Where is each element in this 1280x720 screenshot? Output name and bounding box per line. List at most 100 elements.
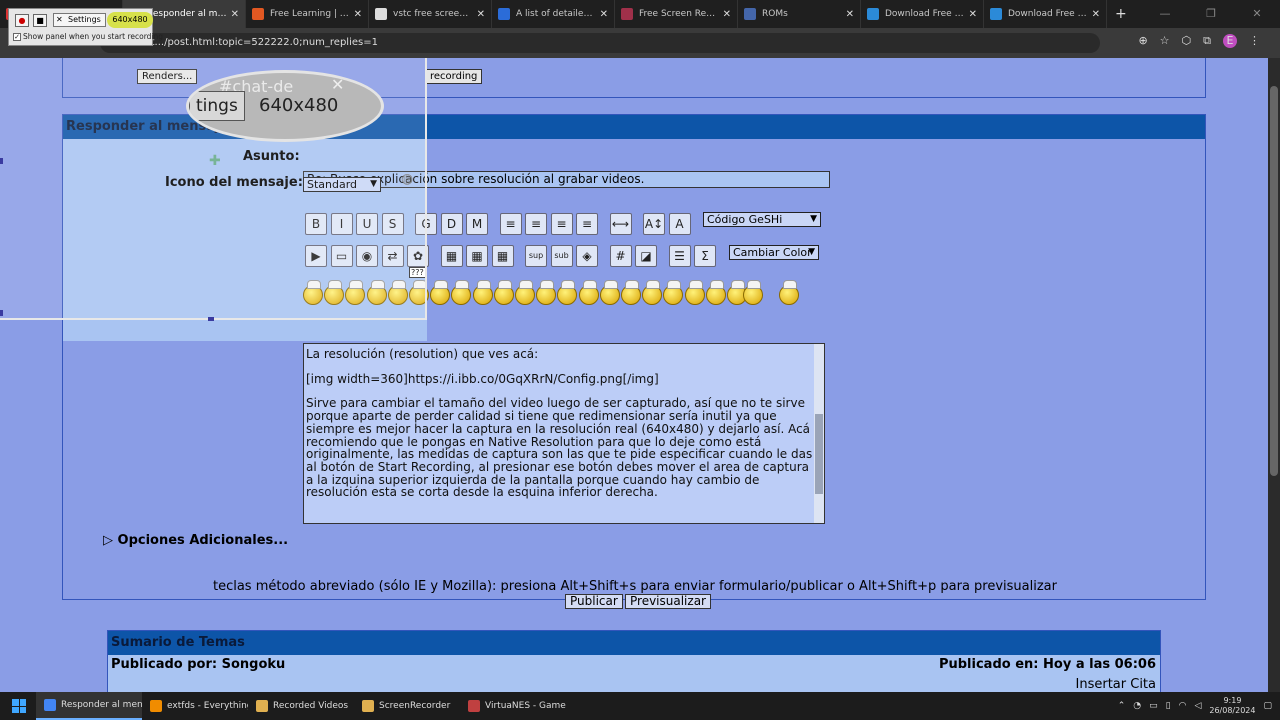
menu-dots-icon[interactable]: ⋮	[1249, 34, 1260, 48]
chevron-up-icon[interactable]: ⌃	[1118, 701, 1126, 711]
minimize-icon[interactable]: —	[1142, 0, 1188, 28]
smiley-icon[interactable]	[599, 280, 620, 305]
zoom-icon[interactable]: ⊕	[1138, 34, 1147, 48]
smiley-icon[interactable]	[684, 280, 705, 305]
smiley-icon[interactable]	[536, 280, 557, 305]
tab-close-icon[interactable]: ✕	[600, 9, 608, 20]
tab-close-icon[interactable]: ✕	[354, 9, 362, 20]
close-window-icon[interactable]: ✕	[1234, 0, 1280, 28]
taskbar-item[interactable]: ScreenRecorder	[354, 692, 460, 720]
format-button[interactable]: D	[440, 213, 463, 235]
settings-button[interactable]: ✕ Settings	[53, 13, 106, 27]
record-icon[interactable]: ●	[15, 14, 29, 27]
tab-close-icon[interactable]: ✕	[1092, 9, 1100, 20]
smiley-icon[interactable]	[451, 280, 472, 305]
preview-button[interactable]: Previsualizar	[625, 594, 711, 609]
browser-tab[interactable]: ROMs ✕	[738, 0, 861, 28]
smiley-icon[interactable]	[743, 280, 763, 305]
textarea-scroll-thumb[interactable]	[815, 414, 823, 494]
smiley-icon[interactable]	[430, 280, 451, 305]
smiley-icon[interactable]	[493, 280, 514, 305]
battery-icon[interactable]: ▯	[1166, 701, 1171, 711]
message-textarea[interactable]: La resolución (resolution) que ves acá: …	[303, 343, 825, 524]
tab-title: Download Free Scree	[1008, 9, 1088, 19]
bookmark-star-icon[interactable]: ☆	[1160, 34, 1170, 48]
format-button[interactable]: ▦	[491, 245, 514, 267]
format-button[interactable]: ◪	[635, 245, 657, 267]
frame-resize-handle[interactable]	[0, 310, 3, 316]
format-button[interactable]: ⟷	[609, 213, 632, 235]
system-tray: ⌃ ◔ ▭ ▯ ◠ ◁ 9:19 26/08/2024 ▢	[1118, 692, 1272, 720]
notification-icon[interactable]: ▢	[1263, 701, 1272, 711]
format-button[interactable]: ◈	[576, 245, 598, 267]
tab-close-icon[interactable]: ✕	[723, 9, 731, 20]
format-button[interactable]: ≡	[525, 213, 547, 235]
volume-icon[interactable]: ◁	[1194, 701, 1201, 711]
tab-close-icon[interactable]: ✕	[969, 9, 977, 20]
restore-icon[interactable]: ❐	[1188, 0, 1234, 28]
color-select[interactable]: Cambiar Color ▼	[729, 245, 819, 260]
browser-tab[interactable]: Free Screen Recorder ✕	[615, 0, 738, 28]
tab-close-icon[interactable]: ✕	[231, 9, 239, 20]
extensions-puzzle-icon[interactable]: ⧉	[1203, 34, 1211, 48]
folder-icon[interactable]: ▭	[1149, 701, 1158, 711]
app-icon	[362, 700, 374, 712]
smiley-icon[interactable]	[705, 280, 726, 305]
format-button[interactable]: A↕	[643, 213, 665, 235]
geshi-select[interactable]: Código GeSHi ▼	[703, 212, 821, 227]
tab-close-icon[interactable]: ✕	[477, 9, 485, 20]
format-button[interactable]: M	[466, 213, 488, 235]
smiley-icon[interactable]	[779, 280, 799, 305]
close-icon: ✕	[331, 75, 345, 94]
windows-start-icon[interactable]	[12, 699, 26, 713]
smiley-icon[interactable]	[557, 280, 578, 305]
browser-tab[interactable]: Free Learning | Daily ✕	[246, 0, 369, 28]
page-scroll-thumb[interactable]	[1270, 86, 1278, 476]
taskbar-item[interactable]: VirtuaNES - Game Il...	[460, 692, 566, 720]
format-button[interactable]: ▦	[440, 245, 463, 267]
format-button[interactable]: ☰	[668, 245, 691, 267]
insert-quote-link[interactable]: Insertar Cita	[1076, 677, 1156, 692]
format-button[interactable]: ≡	[576, 213, 598, 235]
smiley-icon[interactable]	[621, 280, 641, 305]
recording-button[interactable]: recording	[425, 69, 483, 84]
frame-resize-handle[interactable]	[208, 317, 214, 321]
new-tab-button[interactable]: +	[1115, 6, 1127, 22]
browser-tab[interactable]: vstc free screen reco ✕	[369, 0, 492, 28]
tab-close-icon[interactable]: ✕	[846, 9, 854, 20]
wifi-icon[interactable]: ◠	[1179, 701, 1187, 711]
smiley-icon[interactable]	[642, 280, 663, 305]
additional-options-toggle[interactable]: ▷ Opciones Adicionales...	[103, 533, 288, 548]
profile-avatar[interactable]: E	[1223, 34, 1237, 48]
clock[interactable]: 9:19 26/08/2024	[1209, 696, 1255, 716]
smiley-icon[interactable]	[472, 280, 493, 305]
address-bar-area: foro.chat.../post.html:topic=522222.0;nu…	[0, 28, 1280, 58]
smiley-icon[interactable]	[663, 280, 684, 305]
taskbar-item[interactable]: Recorded Videos	[248, 692, 354, 720]
format-button[interactable]: sub	[550, 245, 573, 267]
format-button[interactable]: ≡	[499, 213, 522, 235]
frame-resize-handle[interactable]	[0, 158, 3, 164]
format-button[interactable]: ▦	[466, 245, 488, 267]
format-button[interactable]: Σ	[694, 245, 716, 267]
format-button[interactable]: #	[609, 245, 632, 267]
stop-icon[interactable]: ■	[33, 14, 47, 27]
browser-tab[interactable]: Download Free Scree ✕	[984, 0, 1107, 28]
taskbar-item[interactable]: extfds - Everything	[142, 692, 248, 720]
textarea-scrollbar[interactable]	[814, 344, 824, 523]
format-button[interactable]: ≡	[550, 213, 573, 235]
browser-tab[interactable]: Download Free Scree ✕	[861, 0, 984, 28]
taskbar-item[interactable]: Responder al mens...	[36, 692, 142, 720]
address-input[interactable]: foro.chat.../post.html:topic=522222.0;nu…	[100, 33, 1100, 53]
network-icon[interactable]: ◔	[1133, 701, 1141, 711]
format-button[interactable]: sup	[525, 245, 547, 267]
format-button[interactable]: A	[668, 213, 691, 235]
taskbar-item-label: ScreenRecorder	[379, 701, 451, 711]
smiley-icon[interactable]	[515, 280, 535, 305]
smiley-icon[interactable]	[578, 280, 599, 305]
show-panel-checkbox[interactable]: ✓ Show panel when you start recording	[13, 32, 163, 41]
browser-tab[interactable]: A list of detailed tuto ✕	[492, 0, 615, 28]
publish-button[interactable]: Publicar	[565, 594, 623, 609]
extension-icon[interactable]: ⬡	[1182, 34, 1192, 48]
page-scrollbar[interactable]	[1268, 58, 1280, 692]
